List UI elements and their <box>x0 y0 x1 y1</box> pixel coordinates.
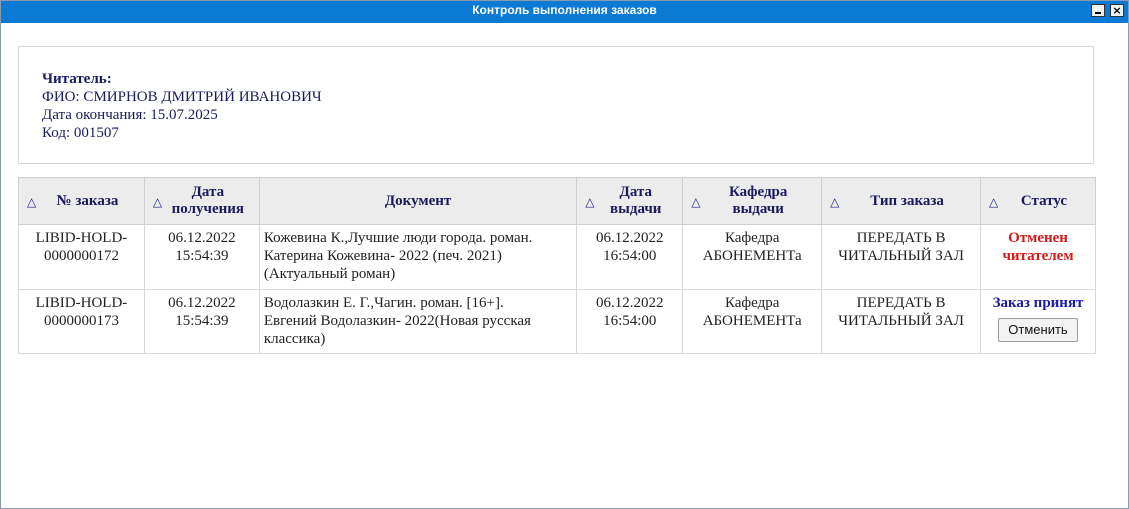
sort-icon[interactable]: △ <box>153 194 162 211</box>
cancel-order-button[interactable]: Отменить <box>998 318 1078 342</box>
sort-icon[interactable]: △ <box>691 194 700 211</box>
cell-order-no: LIBID-HOLD- 0000000172 <box>18 224 145 290</box>
sort-icon[interactable]: △ <box>27 194 36 211</box>
minimize-button[interactable] <box>1091 4 1105 17</box>
reader-label: Читатель: <box>42 71 112 87</box>
header-order-type[interactable]: △ Тип заказа <box>821 177 981 225</box>
cell-order-type: ПЕРЕДАТЬ В ЧИТАЛЬНЫЙ ЗАЛ <box>821 289 981 354</box>
header-order-no[interactable]: △ № заказа <box>18 177 145 225</box>
status-cancelled: Отменен <box>1008 230 1068 246</box>
status-cancelled-by: читателем <box>1002 248 1074 264</box>
reader-info-panel: Читатель: ФИО: СМИРНОВ ДМИТРИЙ ИВАНОВИЧ … <box>18 46 1094 164</box>
cell-received-date: 06.12.2022 15:54:39 <box>143 289 260 354</box>
table-row: LIBID-HOLD- 0000000172 06.12.2022 15:54:… <box>18 224 1096 290</box>
header-issued-date[interactable]: △ Дата выдачи <box>576 177 684 225</box>
cell-document: Водолазкин Е. Г.,Чагин. роман. [16+]. Ев… <box>258 289 578 354</box>
header-status[interactable]: △ Статус <box>980 177 1096 225</box>
cell-status: Заказ принят Отменить <box>980 289 1096 354</box>
cell-status: Отменен читателем <box>980 224 1096 290</box>
orders-table: △ № заказа △ Дата получения Документ △ Д… <box>18 177 1096 354</box>
cell-issued-date: 06.12.2022 16:54:00 <box>576 289 684 354</box>
reader-fio: ФИО: СМИРНОВ ДМИТРИЙ ИВАНОВИЧ <box>42 89 322 105</box>
cell-order-type: ПЕРЕДАТЬ В ЧИТАЛЬНЫЙ ЗАЛ <box>821 224 981 290</box>
status-accepted: Заказ принят <box>992 295 1084 311</box>
window-title: Контроль выполнения заказов <box>472 3 657 17</box>
sort-icon[interactable]: △ <box>585 194 594 211</box>
cell-document: Кожевина К.,Лучшие люди города. роман. К… <box>258 224 578 290</box>
table-row: LIBID-HOLD- 0000000173 06.12.2022 15:54:… <box>18 289 1096 354</box>
order-control-window: Контроль выполнения заказов × Читатель: … <box>0 0 1129 509</box>
cell-issued-date: 06.12.2022 16:54:00 <box>576 224 684 290</box>
header-received-date[interactable]: △ Дата получения <box>143 177 260 225</box>
header-document: Документ <box>258 177 578 225</box>
cell-department: Кафедра АБОНЕМЕНТа <box>682 289 823 354</box>
reader-end-date: Дата окончания: 15.07.2025 <box>42 107 218 123</box>
table-header-row: △ № заказа △ Дата получения Документ △ Д… <box>18 177 1096 225</box>
close-button[interactable]: × <box>1110 4 1124 17</box>
cell-department: Кафедра АБОНЕМЕНТа <box>682 224 823 290</box>
window-titlebar: Контроль выполнения заказов × <box>1 1 1128 23</box>
reader-code: Код: 001507 <box>42 125 119 141</box>
header-department[interactable]: △ Кафедра выдачи <box>682 177 823 225</box>
close-icon: × <box>1112 4 1122 17</box>
sort-icon[interactable]: △ <box>830 194 839 211</box>
sort-icon[interactable]: △ <box>989 194 998 211</box>
minimize-icon <box>1095 12 1101 14</box>
cell-order-no: LIBID-HOLD- 0000000173 <box>18 289 145 354</box>
cell-received-date: 06.12.2022 15:54:39 <box>143 224 260 290</box>
